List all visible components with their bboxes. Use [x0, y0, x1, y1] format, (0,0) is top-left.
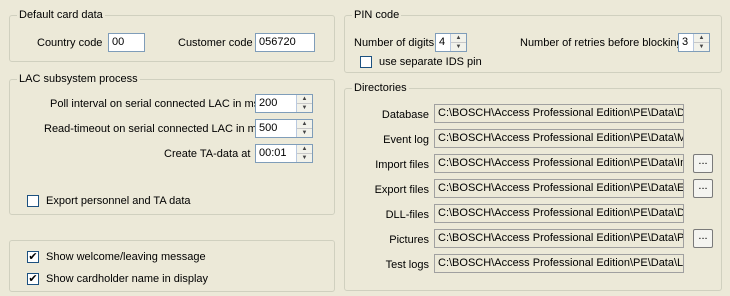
cardholder-name-label: Show cardholder name in display: [46, 273, 209, 285]
lac-subsystem-group: LAC subsystem process Poll interval on s…: [9, 73, 335, 215]
directory-path-field[interactable]: C:\BOSCH\Access Professional Edition\PE\…: [434, 154, 684, 173]
spin-down-icon[interactable]: ▼: [297, 129, 312, 137]
browse-button[interactable]: ...: [693, 154, 713, 173]
default-card-group: Default card data Country code 00 Custom…: [9, 9, 335, 62]
directory-label: Test logs: [385, 259, 429, 271]
number-of-digits-spinner[interactable]: 4 ▲ ▼: [435, 33, 467, 52]
directory-path-field[interactable]: C:\BOSCH\Access Professional Edition\PE\…: [434, 129, 684, 148]
country-code-label: Country code: [37, 37, 103, 49]
export-personnel-label: Export personnel and TA data: [46, 195, 191, 207]
directory-path-field[interactable]: C:\BOSCH\Access Professional Edition\PE\…: [434, 104, 684, 123]
create-ta-spinner[interactable]: 00:01 ▲ ▼: [255, 144, 313, 163]
directory-path-field[interactable]: C:\BOSCH\Access Professional Edition\PE\…: [434, 229, 684, 248]
customer-code-field[interactable]: 056720: [255, 33, 315, 52]
display-options-group: ✔ Show welcome/leaving message ✔ Show ca…: [9, 240, 335, 292]
pin-code-group: PIN code Number of digits 4 ▲ ▼ Number o…: [344, 9, 722, 73]
number-of-digits-value: 4: [439, 36, 446, 48]
welcome-message-checkbox[interactable]: ✔: [27, 251, 39, 263]
poll-interval-label: Poll interval on serial connected LAC in…: [50, 98, 260, 110]
spin-down-icon[interactable]: ▼: [694, 43, 709, 51]
create-ta-value: 00:01: [259, 147, 287, 159]
spin-up-icon[interactable]: ▲: [297, 95, 312, 104]
read-timeout-value: 500: [259, 122, 278, 134]
read-timeout-buttons[interactable]: ▲ ▼: [296, 120, 312, 137]
retries-spinner[interactable]: 3 ▲ ▼: [678, 33, 710, 52]
poll-interval-spinner[interactable]: 200 ▲ ▼: [255, 94, 313, 113]
read-timeout-spinner[interactable]: 500 ▲ ▼: [255, 119, 313, 138]
browse-button[interactable]: ...: [693, 179, 713, 198]
retries-value: 3: [682, 36, 689, 48]
retries-buttons[interactable]: ▲ ▼: [693, 34, 709, 51]
spin-up-icon[interactable]: ▲: [694, 34, 709, 43]
poll-interval-buttons[interactable]: ▲ ▼: [296, 95, 312, 112]
default-card-title: Default card data: [17, 9, 105, 22]
directory-path-field[interactable]: C:\BOSCH\Access Professional Edition\PE\…: [434, 179, 684, 198]
export-personnel-checkbox[interactable]: [27, 195, 39, 207]
check-mark-icon: ✔: [28, 251, 38, 263]
lac-subsystem-title: LAC subsystem process: [17, 73, 140, 86]
spin-down-icon[interactable]: ▼: [297, 154, 312, 162]
directory-label: Database: [381, 109, 429, 121]
directories-group: Directories Database C:\BOSCH\Access Prof…: [344, 82, 722, 291]
browse-button[interactable]: ...: [693, 229, 713, 248]
read-timeout-label: Read-timeout on serial connected LAC in …: [44, 123, 263, 135]
number-of-digits-buttons[interactable]: ▲ ▼: [450, 34, 466, 51]
cardholder-name-checkbox[interactable]: ✔: [27, 273, 39, 285]
directory-label: Export files: [374, 184, 429, 196]
country-code-field[interactable]: 00: [108, 33, 145, 52]
customer-code-label: Customer code: [178, 37, 253, 49]
spin-down-icon[interactable]: ▼: [451, 43, 466, 51]
number-of-digits-label: Number of digits: [354, 37, 435, 49]
directory-label: Event log: [383, 134, 429, 146]
create-ta-label: Create TA-data at: [164, 148, 251, 160]
directory-label: DLL-files: [385, 209, 429, 221]
create-ta-buttons[interactable]: ▲ ▼: [296, 145, 312, 162]
welcome-message-label: Show welcome/leaving message: [46, 251, 206, 263]
spin-down-icon[interactable]: ▼: [297, 104, 312, 112]
directory-path-field[interactable]: C:\BOSCH\Access Professional Edition\PE\…: [434, 204, 684, 223]
separate-ids-pin-label: use separate IDS pin: [379, 56, 482, 68]
spin-up-icon[interactable]: ▲: [297, 145, 312, 154]
directory-path-field[interactable]: C:\BOSCH\Access Professional Edition\PE\…: [434, 254, 684, 273]
spin-up-icon[interactable]: ▲: [451, 34, 466, 43]
directory-label: Pictures: [389, 234, 429, 246]
retries-label: Number of retries before blocking: [520, 37, 683, 49]
directory-label: Import files: [375, 159, 429, 171]
spin-up-icon[interactable]: ▲: [297, 120, 312, 129]
separate-ids-pin-checkbox[interactable]: [360, 56, 372, 68]
pin-code-title: PIN code: [352, 9, 402, 22]
directories-title: Directories: [352, 82, 409, 95]
poll-interval-value: 200: [259, 97, 278, 109]
check-mark-icon: ✔: [28, 273, 38, 285]
